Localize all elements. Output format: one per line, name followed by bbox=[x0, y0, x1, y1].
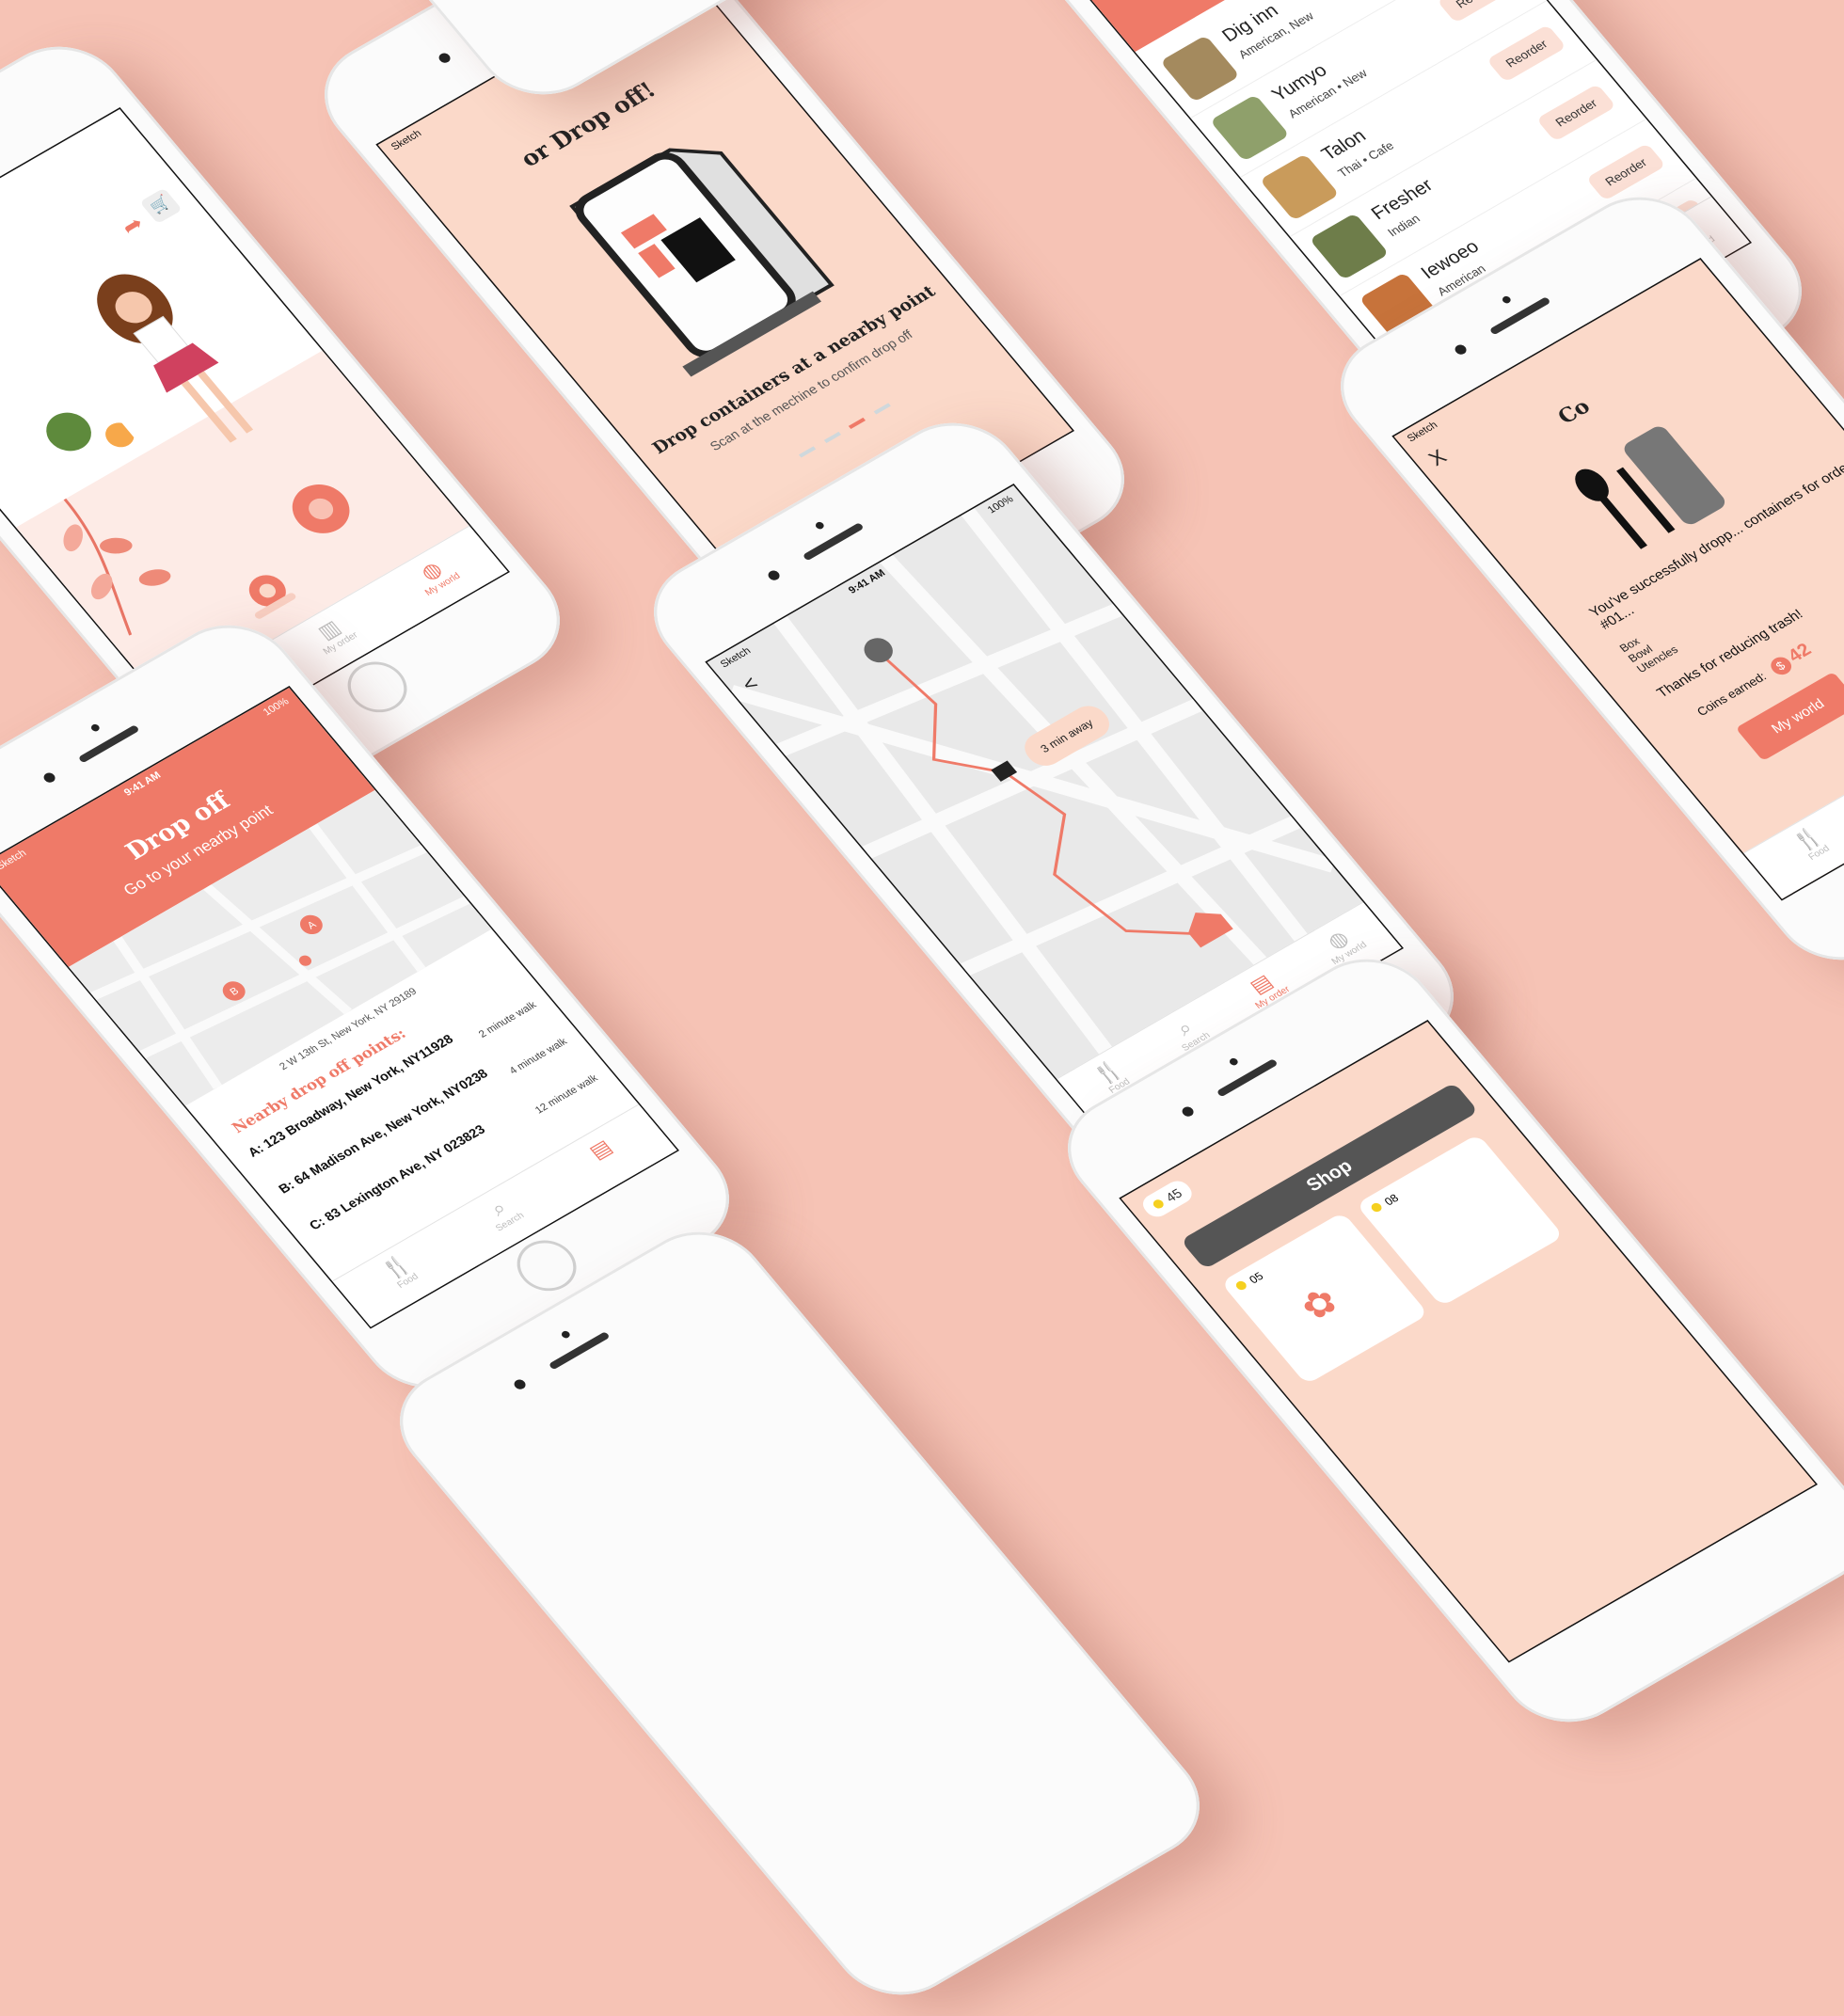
coin-icon bbox=[1151, 1198, 1166, 1211]
map-marker-b[interactable]: B bbox=[218, 977, 249, 1004]
screen-drop-off: Sketch 9:41 AM 100% Drop off Go to your … bbox=[0, 687, 677, 1327]
shop-item-price: 05 bbox=[1233, 1270, 1266, 1294]
success-title: Co bbox=[1552, 394, 1596, 429]
restaurant-thumbnail bbox=[1259, 153, 1340, 221]
share-icon[interactable]: ➦ bbox=[116, 211, 150, 242]
restaurant-thumbnail bbox=[1309, 213, 1390, 280]
reorder-button[interactable]: Reorder bbox=[1585, 143, 1666, 201]
phone-camera bbox=[766, 568, 782, 582]
reorder-button[interactable]: Reorder bbox=[1437, 0, 1518, 24]
screen-success: Sketch X Co You've successfully dropp...… bbox=[1393, 259, 1844, 899]
home-button[interactable] bbox=[618, 0, 702, 8]
tab-food[interactable]: 🍴Food bbox=[1744, 795, 1844, 899]
restaurant-pin-icon[interactable] bbox=[858, 633, 898, 667]
phone-camera bbox=[1453, 342, 1469, 357]
shop-item-price: 08 bbox=[1369, 1191, 1402, 1216]
phone-camera bbox=[1180, 1104, 1196, 1119]
phone-sensor bbox=[560, 1329, 572, 1340]
phone-camera bbox=[41, 770, 57, 785]
phone-speaker bbox=[802, 522, 865, 562]
phone-sensor bbox=[1501, 294, 1513, 305]
phone-sensor bbox=[89, 722, 102, 733]
phone-speaker bbox=[1488, 296, 1551, 336]
shop-item-price-value: 05 bbox=[1246, 1269, 1266, 1287]
coin-count: 45 bbox=[1162, 1185, 1185, 1205]
phone-speaker bbox=[548, 1331, 611, 1371]
restaurant-thumbnail bbox=[1209, 94, 1290, 162]
coin-counter: 45 bbox=[1137, 1177, 1197, 1221]
phone-speaker bbox=[1216, 1058, 1279, 1098]
page-dot-4[interactable] bbox=[873, 403, 891, 415]
sprout-icon: ✿ bbox=[1292, 1280, 1347, 1328]
restaurant-thumbnail bbox=[1159, 35, 1240, 103]
phone-camera bbox=[437, 51, 453, 65]
page-dot-2[interactable] bbox=[823, 432, 841, 444]
carrier-label: Sketch bbox=[1405, 420, 1440, 445]
phone-sensor bbox=[814, 520, 826, 531]
phone-camera bbox=[512, 1377, 528, 1391]
screen-shop: 45 Shop 05 ✿ 08 bbox=[1121, 1021, 1816, 1661]
cart-icon[interactable]: 🛒 bbox=[139, 187, 183, 224]
shop-item-price-value: 08 bbox=[1381, 1191, 1402, 1209]
fork-knife-icon: 🍴 bbox=[1788, 823, 1827, 855]
battery-level: 100% bbox=[261, 695, 292, 719]
phone-speaker bbox=[77, 724, 140, 764]
coin-icon bbox=[1369, 1201, 1384, 1214]
coin-icon bbox=[1233, 1279, 1248, 1292]
close-icon[interactable]: X bbox=[1423, 445, 1452, 471]
page-dot-3-active[interactable] bbox=[849, 417, 866, 429]
reorder-button[interactable]: Reorder bbox=[1486, 24, 1567, 83]
shop-title: Shop bbox=[1302, 1155, 1357, 1197]
reorder-button[interactable]: Reorder bbox=[1535, 84, 1616, 142]
map-marker-a[interactable]: A bbox=[295, 912, 326, 938]
phone-sensor bbox=[1228, 1056, 1240, 1067]
container-list: Box Bowl Utencles bbox=[1617, 623, 1681, 675]
page-dot-1[interactable] bbox=[799, 446, 817, 458]
